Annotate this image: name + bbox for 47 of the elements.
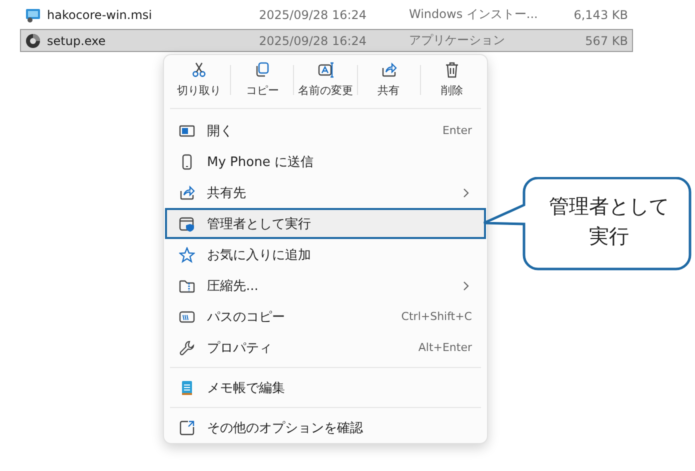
shortcut-text: Enter — [442, 124, 472, 137]
folder-zip-icon — [179, 278, 195, 294]
shortcut-text: Alt+Enter — [418, 341, 472, 354]
installer-file-icon — [25, 6, 41, 22]
file-date: 2025/09/28 16:24 — [259, 8, 368, 22]
share-icon — [179, 184, 195, 200]
scissors-icon — [191, 62, 208, 78]
trash-icon — [444, 62, 460, 78]
chevron-right-icon — [462, 280, 470, 292]
notepad-icon — [179, 380, 195, 396]
wrench-icon — [179, 340, 195, 356]
chevron-right-icon — [462, 186, 470, 198]
menu-item[interactable]: メモ帳で編集 — [165, 372, 486, 403]
file-name: setup.exe — [47, 34, 107, 48]
toolbar-button[interactable]: 切り取り — [168, 62, 230, 98]
toolbar-button[interactable]: 名前の変更 — [294, 62, 357, 98]
menu-item[interactable]: パスのコピー Ctrl+Shift+C — [165, 301, 486, 332]
rename-icon — [318, 62, 334, 78]
file-date: 2025/09/28 16:24 — [259, 34, 368, 48]
toolbar-button[interactable]: コピー — [231, 62, 294, 98]
file-type: Windows インストー... — [409, 6, 539, 23]
copy-icon — [254, 62, 270, 78]
file-size: 567 KB — [584, 34, 629, 48]
file-row[interactable]: hakocore-win.msi 2025/09/28 16:24 Windows インストー... 6,143 KB — [20, 3, 633, 26]
menu-item[interactable]: My Phone に送信 — [165, 146, 486, 177]
shortcut-text: Ctrl+Shift+C — [401, 310, 472, 323]
menu-item[interactable]: 開く Enter — [165, 115, 486, 146]
toolbar-button[interactable]: 共有 — [358, 62, 420, 98]
file-type: アプリケーション — [409, 32, 506, 49]
star-icon — [179, 246, 195, 262]
menu-item[interactable]: お気に入りに追加 — [165, 239, 486, 270]
menu-item[interactable]: プロパティ Alt+Enter — [165, 332, 486, 363]
shield-window-icon — [179, 216, 195, 232]
program-file-icon — [25, 32, 41, 48]
menu-item[interactable]: 共有先 — [165, 177, 486, 208]
share-icon — [380, 62, 397, 78]
file-name: hakocore-win.msi — [47, 8, 153, 22]
menu-item[interactable]: その他のオプションを確認 — [165, 412, 486, 443]
path-copy-icon — [179, 308, 195, 324]
menu-item[interactable]: 圧縮先... — [165, 270, 486, 301]
file-row[interactable]: setup.exe 2025/09/28 16:24 アプリケーション 567 KB — [20, 29, 633, 52]
toolbar-button[interactable]: 削除 — [420, 62, 484, 98]
file-size: 6,143 KB — [572, 8, 629, 22]
external-options-icon — [179, 420, 195, 436]
menu-item[interactable]: 管理者として実行 — [165, 208, 486, 239]
window-icon — [179, 122, 195, 138]
callout-text: 管理者として実行 — [548, 193, 670, 250]
